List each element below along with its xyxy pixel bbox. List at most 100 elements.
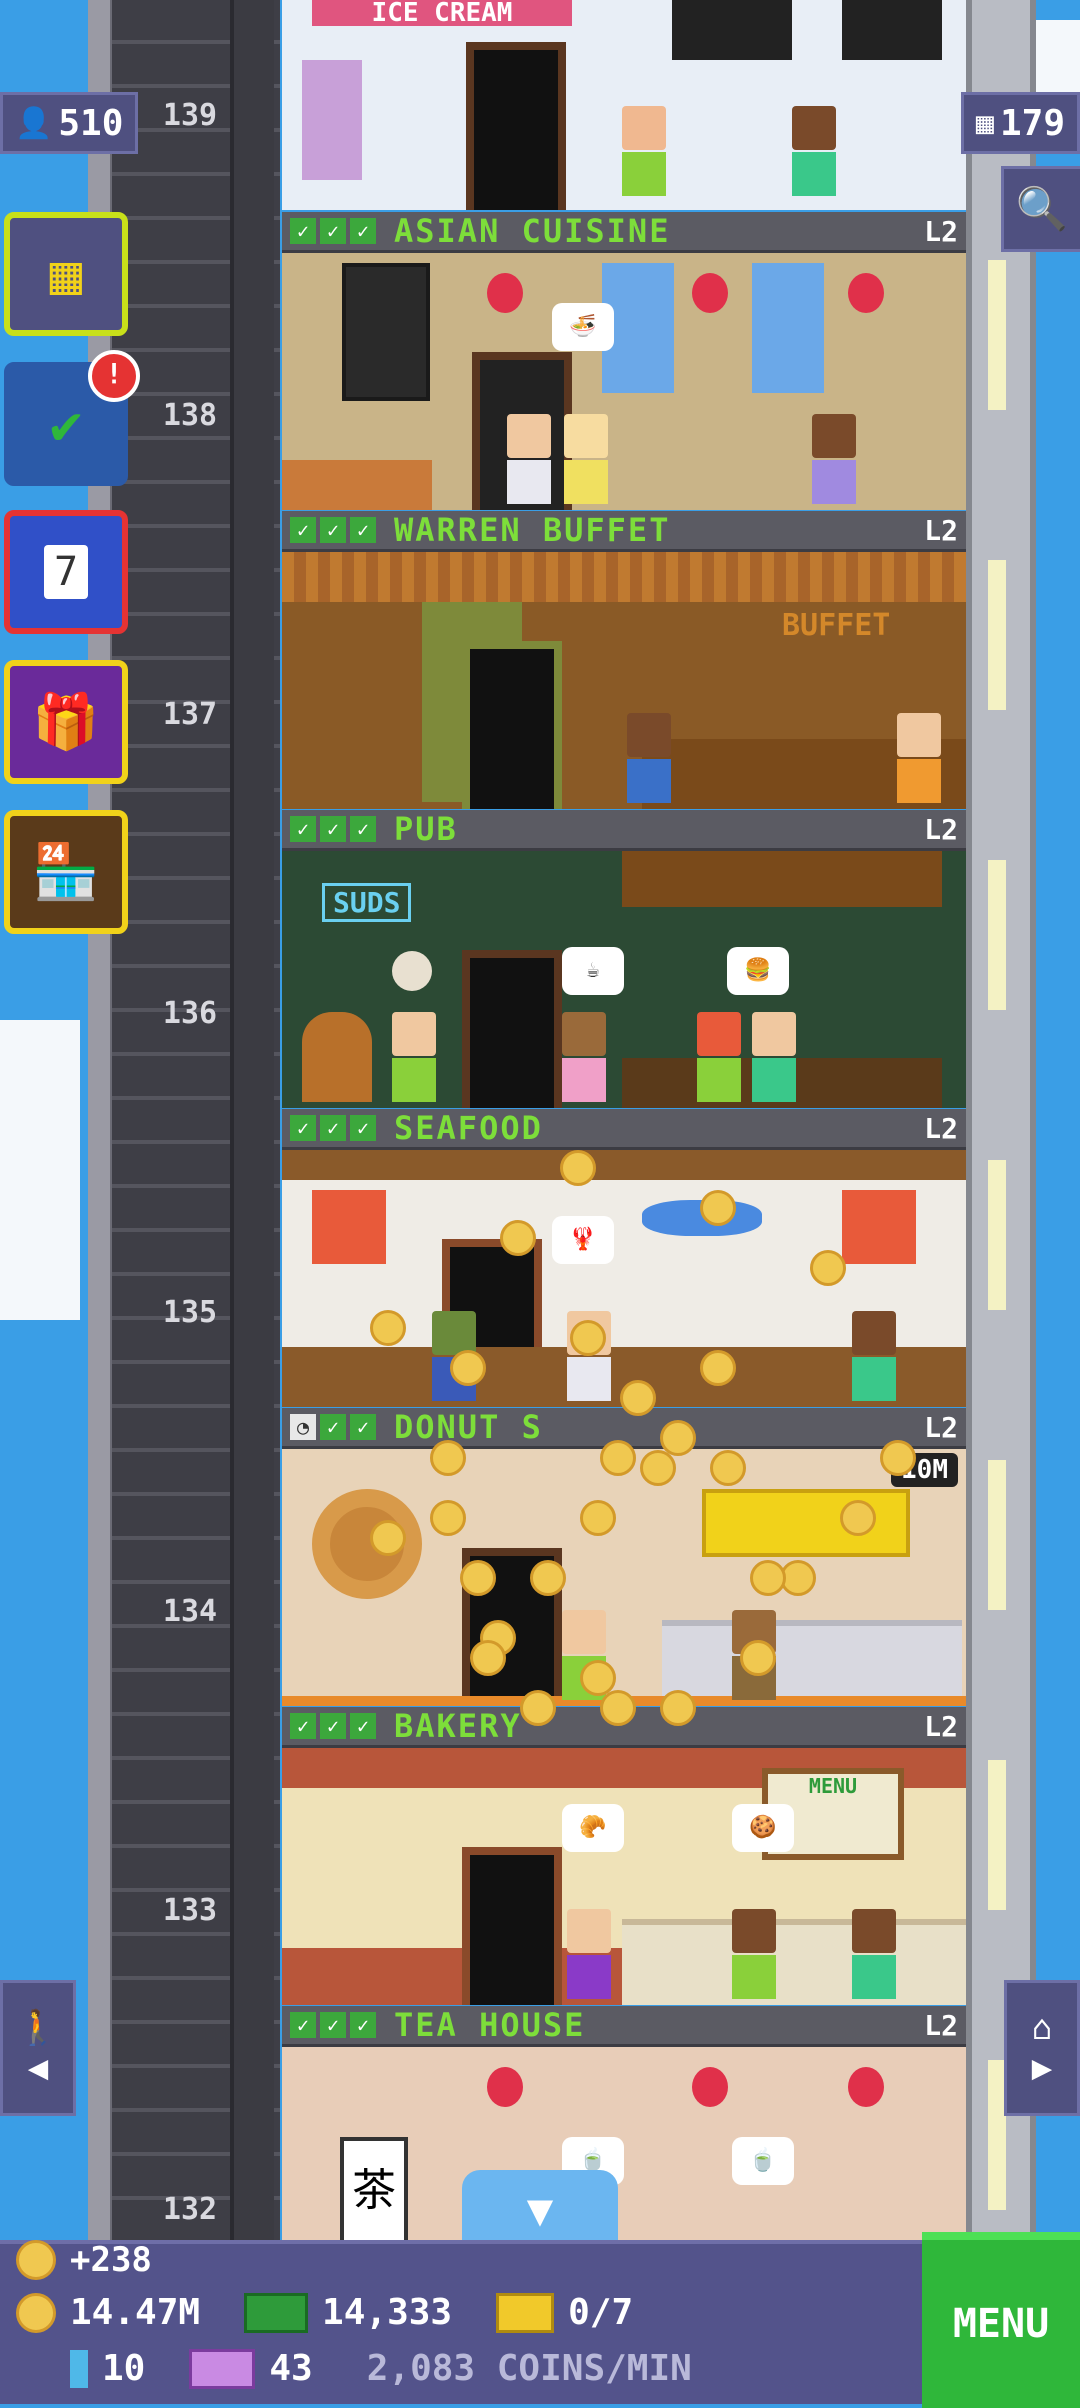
check-icon: ✓ <box>290 1713 316 1739</box>
bitizen[interactable] <box>697 1012 741 1102</box>
population-badge[interactable]: 👤 510 <box>0 92 139 154</box>
donut-decor <box>312 1489 422 1599</box>
gift-button[interactable]: 🎁 <box>4 660 128 784</box>
order-bubble[interactable]: 🥐 <box>562 1804 624 1852</box>
bitizen[interactable] <box>752 1012 796 1102</box>
floor-header: ✓ ✓ ✓ SEAFOOD L2 <box>282 1109 966 1150</box>
gift-icon: 🎁 <box>32 690 100 753</box>
search-button[interactable]: 🔍 <box>1001 166 1080 252</box>
coin-icon <box>560 1150 596 1186</box>
notification-badge: ! <box>88 350 140 402</box>
bitizen[interactable] <box>732 1909 776 1999</box>
calendar-button[interactable]: 7 <box>4 510 128 634</box>
magnifier-icon: 🔍 <box>1015 184 1069 233</box>
coins-per-minute: 2,083 COINS/MIN <box>366 2348 692 2389</box>
floor-tea-house[interactable]: ✓ ✓ ✓ TEA HOUSE L2 茶 🍵 🍵 <box>282 2006 966 2240</box>
bitizen[interactable] <box>792 106 836 196</box>
coin-icon <box>530 1560 566 1596</box>
market-button[interactable]: 🏪 <box>4 810 128 934</box>
bitizen[interactable] <box>507 414 551 504</box>
door <box>466 42 566 210</box>
order-bubble[interactable]: 🍔 <box>727 947 789 995</box>
scroll-to-lobby-button[interactable]: ⌂ ▶ <box>1004 1980 1080 2116</box>
menu-button[interactable]: MENU <box>922 2232 1080 2408</box>
tower-bux-value: 43 <box>269 2348 313 2389</box>
coin-icon <box>600 1690 636 1726</box>
crab-picture <box>312 1190 386 1264</box>
order-bubble[interactable]: ☕ <box>562 947 624 995</box>
check-icon: ✓ <box>350 1115 376 1141</box>
order-bubble[interactable]: 🍵 <box>732 2137 794 2185</box>
bitizen[interactable] <box>567 1909 611 1999</box>
building-overview-button[interactable]: ▦ <box>4 212 128 336</box>
elevator-down-button[interactable]: ▼ <box>462 2170 618 2250</box>
floor-name: ASIAN CUISINE <box>394 212 671 250</box>
bar-shelf <box>622 851 942 907</box>
jukebox <box>302 1012 372 1102</box>
floor-seafood[interactable]: ✓ ✓ ✓ SEAFOOD L2 🦞 <box>282 1109 966 1407</box>
floor-name: TEA HOUSE <box>394 2006 586 2044</box>
bitizen[interactable] <box>562 1012 606 1102</box>
lantern <box>848 2067 884 2107</box>
bux-icon <box>244 2292 309 2333</box>
floor-asian-cuisine[interactable]: ✓ ✓ ✓ ASIAN CUISINE L2 🍜 <box>282 212 966 510</box>
bitizen[interactable] <box>622 106 666 196</box>
floor-name: WARREN BUFFET <box>394 511 671 549</box>
bitizens-value: 10 <box>102 2348 146 2389</box>
population-value: 510 <box>58 102 124 144</box>
floor-level: L2 <box>924 1709 958 1743</box>
chevron-down-icon: ▼ <box>526 2184 554 2236</box>
floor-bakery[interactable]: ✓ ✓ ✓ BAKERY L2 MENU 🥐 🍪 <box>282 1707 966 2005</box>
floor-level: L2 <box>924 2008 958 2042</box>
check-icon: ✓ <box>350 816 376 842</box>
bitizen[interactable] <box>852 1909 896 1999</box>
bitizen[interactable] <box>627 713 671 803</box>
floors-badge[interactable]: ▦ 179 <box>960 92 1080 154</box>
suds-neon-sign: SUDS <box>322 883 412 922</box>
coin-icon <box>600 1440 636 1476</box>
floor-pub[interactable]: ✓ ✓ ✓ PUB L2 SUDS ☕ 🍔 <box>282 810 966 1108</box>
bitizen[interactable] <box>564 414 608 504</box>
floor-level: L2 <box>924 513 958 547</box>
order-bubble[interactable]: 🍜 <box>552 303 614 351</box>
door <box>462 1847 562 2005</box>
check-icon: ✓ <box>290 816 316 842</box>
missions-button[interactable]: ✔ ! <box>4 350 140 486</box>
order-bubble[interactable]: 🍪 <box>732 1804 794 1852</box>
coin-icon <box>660 1420 696 1456</box>
freezer <box>302 60 362 180</box>
coin-icon <box>620 1380 656 1416</box>
check-icon: ✓ <box>350 2012 376 2038</box>
tower-right-wall <box>966 0 1036 2240</box>
check-icon: ✓ <box>320 1414 346 1440</box>
coins-gain-value: +238 <box>70 2240 152 2280</box>
window <box>752 263 824 393</box>
lantern <box>692 2067 728 2107</box>
coin-icon <box>460 1560 496 1596</box>
bitizen[interactable] <box>392 1012 436 1102</box>
coin-icon <box>750 1560 786 1596</box>
check-icon: ✓ <box>350 1414 376 1440</box>
lantern <box>487 273 523 313</box>
floor-sign: ICE CREAM <box>312 0 572 26</box>
bitizen[interactable] <box>852 1311 896 1401</box>
menu-board <box>842 0 942 60</box>
bitizen[interactable] <box>897 713 941 803</box>
coin-icon <box>16 2292 56 2333</box>
floor-ice-cream[interactable]: ICE CREAM <box>282 0 966 210</box>
scroll-to-vip-button[interactable]: 🚶 ◀ <box>0 1980 76 2116</box>
floor-level: L2 <box>924 1111 958 1145</box>
coin-icon <box>520 1690 556 1726</box>
tickets-value: 0/7 <box>568 2292 634 2333</box>
coins-gain: +238 <box>16 2240 152 2280</box>
order-bubble[interactable]: 🦞 <box>552 1216 614 1264</box>
door <box>462 641 562 809</box>
window <box>988 860 1006 1010</box>
floor-warren-buffet[interactable]: ✓ ✓ ✓ WARREN BUFFET L2 BUFFET <box>282 511 966 809</box>
tower-bux-icon <box>189 2348 256 2389</box>
bitizen[interactable] <box>812 414 856 504</box>
arrow-right-icon: ▶ <box>1031 2048 1053 2088</box>
lantern <box>848 273 884 313</box>
dartboard <box>392 951 432 991</box>
ceiling-beam <box>282 1150 966 1180</box>
